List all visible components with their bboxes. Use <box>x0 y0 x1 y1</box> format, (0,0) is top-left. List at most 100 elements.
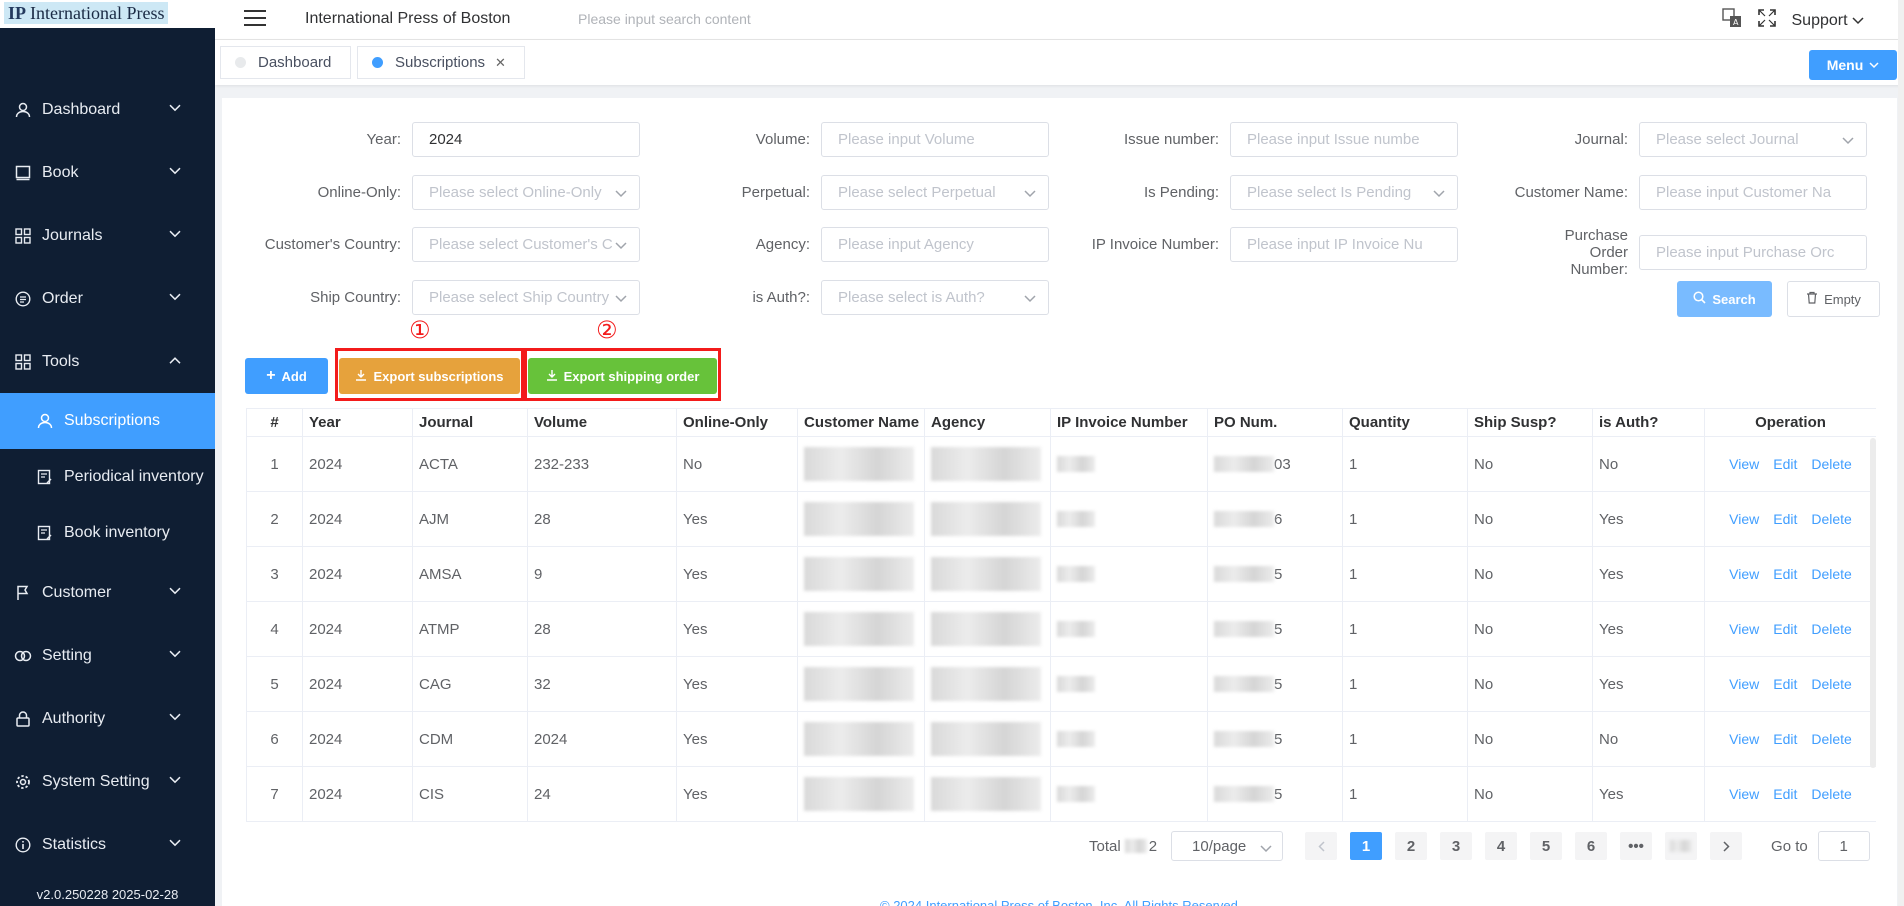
view-link[interactable]: View <box>1729 511 1759 527</box>
page-size-select[interactable]: 10/page <box>1171 831 1284 861</box>
view-link[interactable]: View <box>1729 621 1759 637</box>
empty-button[interactable]: Empty <box>1787 281 1880 317</box>
column-header: Operation <box>1755 414 1826 431</box>
filter-po-number: Purchase Order Number: Please input Purc… <box>1449 227 1867 278</box>
customer-country-select[interactable]: Please select Customer's C <box>412 227 640 262</box>
page-button[interactable]: 2 <box>1395 832 1428 860</box>
delete-link[interactable]: Delete <box>1811 566 1851 582</box>
view-link[interactable]: View <box>1729 676 1759 692</box>
ship-country-select[interactable]: Please select Ship Country <box>412 280 640 315</box>
more-pages-button[interactable]: ••• <box>1620 832 1653 860</box>
cell-index: 1 <box>246 437 303 491</box>
fullscreen-icon[interactable] <box>1757 9 1776 32</box>
annotation-marker-1: ① <box>409 317 431 344</box>
page-button[interactable]: 4 <box>1485 832 1518 860</box>
export-subscriptions-button[interactable]: Export subscriptions <box>339 358 520 394</box>
translate-icon[interactable]: A <box>1721 8 1742 33</box>
last-page-button[interactable] <box>1665 832 1698 860</box>
filter-agency: Agency: Please input Agency <box>631 227 1049 262</box>
delete-link[interactable]: Delete <box>1811 786 1851 802</box>
delete-link[interactable]: Delete <box>1811 621 1851 637</box>
support-menu[interactable]: Support <box>1792 12 1865 30</box>
page-button[interactable]: 1 <box>1350 832 1383 860</box>
page-scrollbar[interactable] <box>1898 0 1904 906</box>
header-search-input[interactable]: Please input search content <box>578 11 751 27</box>
volume-input[interactable]: Please input Volume <box>821 122 1049 157</box>
agency-input[interactable]: Please input Agency <box>821 227 1049 262</box>
hamburger-icon[interactable] <box>244 10 266 28</box>
view-link[interactable]: View <box>1729 566 1759 582</box>
is-auth-select[interactable]: Please select is Auth? <box>821 280 1049 315</box>
logo[interactable]: IP International Press <box>4 2 169 24</box>
po-suffix: 6 <box>1274 510 1283 528</box>
year-input[interactable]: 2024 <box>412 122 640 157</box>
page-button[interactable]: 5 <box>1530 832 1563 860</box>
edit-link[interactable]: Edit <box>1773 786 1797 802</box>
sidebar-item-book-inventory[interactable]: Book inventory <box>0 505 215 561</box>
chevron-down-icon <box>169 162 181 180</box>
cell-ship-susp: No <box>1468 602 1593 656</box>
sidebar-item-customer[interactable]: Customer <box>0 561 215 624</box>
page-button[interactable]: 3 <box>1440 832 1473 860</box>
page-button[interactable]: 6 <box>1575 832 1608 860</box>
journal-select[interactable]: Please select Journal <box>1639 122 1867 157</box>
tab-subscriptions[interactable]: Subscriptions ✕ <box>357 46 525 79</box>
delete-link[interactable]: Delete <box>1811 731 1851 747</box>
sidebar-item-setting[interactable]: Setting <box>0 624 215 687</box>
close-icon[interactable]: ✕ <box>495 55 506 71</box>
delete-link[interactable]: Delete <box>1811 676 1851 692</box>
chevron-down-icon <box>169 225 181 243</box>
sidebar-item-authority[interactable]: Authority <box>0 687 215 750</box>
goto-input[interactable]: 1 <box>1817 831 1870 861</box>
online-only-select[interactable]: Please select Online-Only <box>412 175 640 210</box>
cell-po-number: 6 <box>1208 492 1343 546</box>
po-number-input[interactable]: Please input Purchase Orc <box>1639 235 1867 270</box>
column-header: Customer Name <box>798 409 925 436</box>
sidebar-item-subscriptions[interactable]: Subscriptions <box>0 393 215 449</box>
edit-link[interactable]: Edit <box>1773 456 1797 472</box>
column-header: Year <box>303 409 413 436</box>
edit-link[interactable]: Edit <box>1773 566 1797 582</box>
issue-number-input[interactable]: Please input Issue numbe <box>1230 122 1458 157</box>
row-actions: View Edit Delete <box>1729 456 1852 472</box>
view-link[interactable]: View <box>1729 731 1759 747</box>
delete-link[interactable]: Delete <box>1811 456 1851 472</box>
table-scrollbar[interactable] <box>1870 438 1876 768</box>
sidebar-item-book[interactable]: Book <box>0 141 215 204</box>
menu-button[interactable]: Menu <box>1809 50 1897 80</box>
is-pending-select[interactable]: Please select Is Pending <box>1230 175 1458 210</box>
sidebar-item-order[interactable]: Order <box>0 267 215 330</box>
edit-link[interactable]: Edit <box>1773 731 1797 747</box>
tab-status-dot <box>372 57 383 68</box>
edit-link[interactable]: Edit <box>1773 621 1797 637</box>
prev-page-button[interactable] <box>1305 832 1338 860</box>
sidebar-item-journals[interactable]: Journals <box>0 204 215 267</box>
cell-quantity: 1 <box>1343 547 1468 601</box>
cell-po-number: 03 <box>1208 437 1343 491</box>
gear-icon <box>14 773 32 791</box>
add-button[interactable]: + Add <box>245 358 328 394</box>
delete-link[interactable]: Delete <box>1811 511 1851 527</box>
cell-volume: 232-233 <box>528 437 677 491</box>
edit-link[interactable]: Edit <box>1773 511 1797 527</box>
search-button-label: Search <box>1712 291 1756 307</box>
perpetual-select[interactable]: Please select Perpetual <box>821 175 1049 210</box>
view-link[interactable]: View <box>1729 786 1759 802</box>
export-shipping-order-button[interactable]: Export shipping order <box>528 358 717 394</box>
tab-dashboard[interactable]: Dashboard <box>220 46 351 79</box>
search-button[interactable]: Search <box>1677 281 1772 317</box>
filter-ip-invoice: IP Invoice Number: Please input IP Invoi… <box>1040 227 1458 262</box>
ip-invoice-label: IP Invoice Number: <box>1091 236 1219 253</box>
sidebar-item-dashboard[interactable]: Dashboard <box>0 78 215 141</box>
edit-link[interactable]: Edit <box>1773 676 1797 692</box>
filter-journal: Journal: Please select Journal <box>1449 122 1867 157</box>
sidebar-item-statistics[interactable]: Statistics <box>0 813 215 876</box>
next-page-button[interactable] <box>1710 832 1743 860</box>
sidebar-item-tools[interactable]: Tools <box>0 330 215 393</box>
customer-name-input[interactable]: Please input Customer Na <box>1639 175 1867 210</box>
chevron-down-icon <box>169 288 181 306</box>
view-link[interactable]: View <box>1729 456 1759 472</box>
sidebar-item-periodical-inventory[interactable]: Periodical inventory <box>0 449 215 505</box>
sidebar-item-system-setting[interactable]: System Setting <box>0 750 215 813</box>
ip-invoice-input[interactable]: Please input IP Invoice Nu <box>1230 227 1458 262</box>
